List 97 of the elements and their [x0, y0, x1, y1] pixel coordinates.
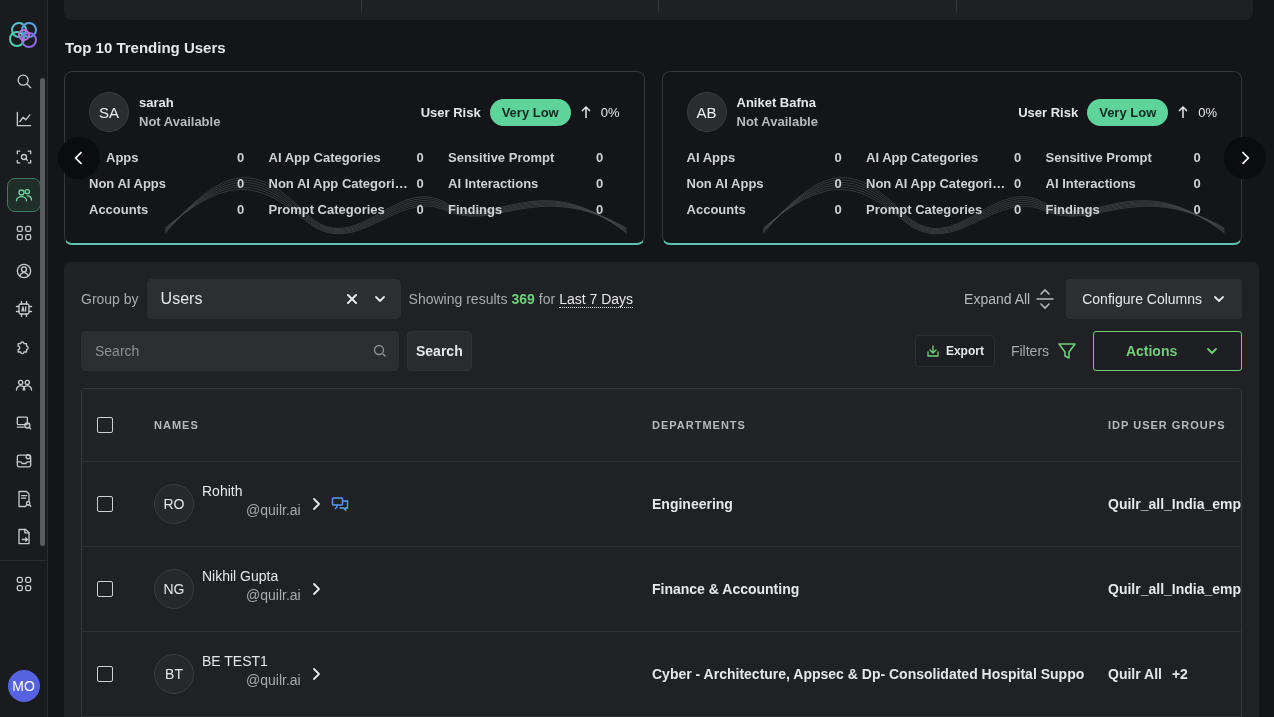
- more-count: +2: [1171, 666, 1188, 682]
- user-avatar: NG: [154, 569, 194, 609]
- user-email: @quilr.ai: [246, 586, 301, 603]
- stat-value: 0: [416, 176, 425, 191]
- configure-columns-button[interactable]: Configure Columns: [1066, 279, 1243, 319]
- search-field[interactable]: Search: [95, 332, 373, 370]
- date-range-link[interactable]: Last 7 Days: [559, 290, 634, 308]
- stat-value: 0: [1014, 176, 1023, 191]
- stat-value: 0: [1014, 202, 1023, 217]
- user-avatar: BT: [154, 654, 194, 694]
- stat-label: Prompt Categories: [866, 202, 983, 217]
- group-by-label: Group by: [81, 291, 139, 307]
- group-cell: Quilr All: [1108, 666, 1162, 682]
- stat-value: 0: [1193, 202, 1202, 217]
- group-by-select[interactable]: Users: [146, 279, 401, 319]
- actions-button[interactable]: Actions: [1093, 331, 1243, 371]
- row-checkbox[interactable]: [97, 666, 113, 682]
- department-cell-text: Cyber - Architecture, Appsec & Dp- Consolidated Hospital Suppo: [652, 666, 1086, 682]
- arrow-up-icon: [579, 105, 592, 119]
- stat-value: 0: [237, 202, 246, 217]
- stat-label: Non AI Apps: [686, 176, 764, 191]
- column-header: NAMES: [154, 419, 200, 431]
- download-icon: [925, 344, 940, 358]
- row-checkbox[interactable]: [97, 581, 113, 597]
- trend-value: 0%: [600, 104, 620, 120]
- stat-label: Sensitive Prompt: [1045, 150, 1152, 165]
- user-email: @quilr.ai: [246, 671, 301, 688]
- user-avatar[interactable]: MO: [7, 670, 40, 702]
- user-subtitle: Not Available: [139, 114, 221, 129]
- stat-label: AI Apps: [686, 150, 736, 165]
- stat-value: 0: [1014, 150, 1023, 165]
- column-header: IDP USER GROUPS: [1108, 419, 1227, 431]
- user-name: sarah: [139, 95, 175, 110]
- user-name: Aniket Bafna: [736, 95, 817, 110]
- stat-label: Accounts: [89, 202, 149, 217]
- stat-value: 0: [1193, 176, 1202, 191]
- user-name: BE TEST1: [202, 652, 269, 669]
- stat-value: 0: [834, 150, 843, 165]
- stat-label: Prompt Categories: [268, 202, 385, 217]
- user-avatar: AB: [686, 92, 727, 132]
- trend-value: 0%: [1198, 104, 1218, 120]
- expand-all-button[interactable]: Expand All: [964, 288, 1057, 310]
- stat-label: Apps: [106, 150, 139, 165]
- stat-label: Sensitive Prompt: [448, 150, 555, 165]
- search-button[interactable]: Search: [407, 331, 472, 371]
- stat-value: 0: [237, 176, 246, 191]
- user-name: Nikhil Gupta: [202, 567, 280, 584]
- results-text: for: [538, 290, 556, 308]
- group-cell: Quilr_all_India_emp: [1108, 496, 1242, 512]
- stat-value: 0: [596, 150, 605, 165]
- expand-icon: [1034, 288, 1057, 310]
- stat-label: Accounts: [686, 202, 746, 217]
- department-cell-text: Engineering: [652, 496, 734, 512]
- search-icon: [373, 344, 387, 358]
- row-checkbox[interactable]: [97, 496, 113, 512]
- column-header: DEPARTMENTS: [652, 419, 747, 431]
- group-cell: Quilr_all_India_emp: [1108, 581, 1242, 597]
- stat-label: Findings: [1045, 202, 1100, 217]
- stat-value: 0: [596, 202, 605, 217]
- sidebar-item[interactable]: [6, 178, 41, 212]
- risk-badge: Very Low: [489, 98, 571, 126]
- filters-button[interactable]: Filters: [1010, 341, 1078, 361]
- select-all-checkbox[interactable]: [97, 417, 113, 433]
- clear-icon[interactable]: [344, 292, 359, 306]
- stat-label: Non AI App Categori…: [268, 176, 408, 191]
- arrow-up-icon: [1177, 105, 1190, 119]
- chat-icon[interactable]: [330, 495, 349, 513]
- results-text: Showing results: [408, 290, 508, 308]
- risk-badge: Very Low: [1087, 98, 1169, 126]
- risk-label: User Risk: [420, 104, 481, 120]
- user-avatar: RO: [154, 484, 194, 524]
- user-subtitle: Not Available: [736, 114, 818, 129]
- filter-icon: [1057, 341, 1078, 361]
- section-title: Top 10 Trending Users: [65, 39, 227, 56]
- search-box[interactable]: Search: [81, 331, 399, 371]
- user-name: Rohith: [202, 482, 244, 499]
- stat-label: Non AI App Categori…: [866, 176, 1006, 191]
- results-count: 369: [511, 290, 535, 308]
- department-cell-text: Finance & Accounting: [652, 581, 801, 597]
- stat-value: 0: [416, 150, 425, 165]
- stat-label: AI Interactions: [448, 176, 539, 191]
- user-email: @quilr.ai: [246, 501, 301, 518]
- stat-value: 0: [237, 150, 246, 165]
- stat-label: Non AI Apps: [89, 176, 167, 191]
- stat-label: AI App Categories: [268, 150, 381, 165]
- chip-icon: [13, 299, 34, 319]
- stat-value: 0: [596, 176, 605, 191]
- stat-value: 0: [416, 202, 425, 217]
- stat-value: 0: [834, 176, 843, 191]
- user-avatar: SA: [89, 92, 129, 132]
- risk-label: User Risk: [1018, 104, 1079, 120]
- stat-label: Findings: [448, 202, 503, 217]
- export-button[interactable]: Export: [914, 335, 995, 367]
- stat-value: 0: [834, 202, 843, 217]
- stat-value: 0: [1193, 150, 1202, 165]
- stat-label: AI Interactions: [1045, 176, 1136, 191]
- stat-label: AI App Categories: [866, 150, 979, 165]
